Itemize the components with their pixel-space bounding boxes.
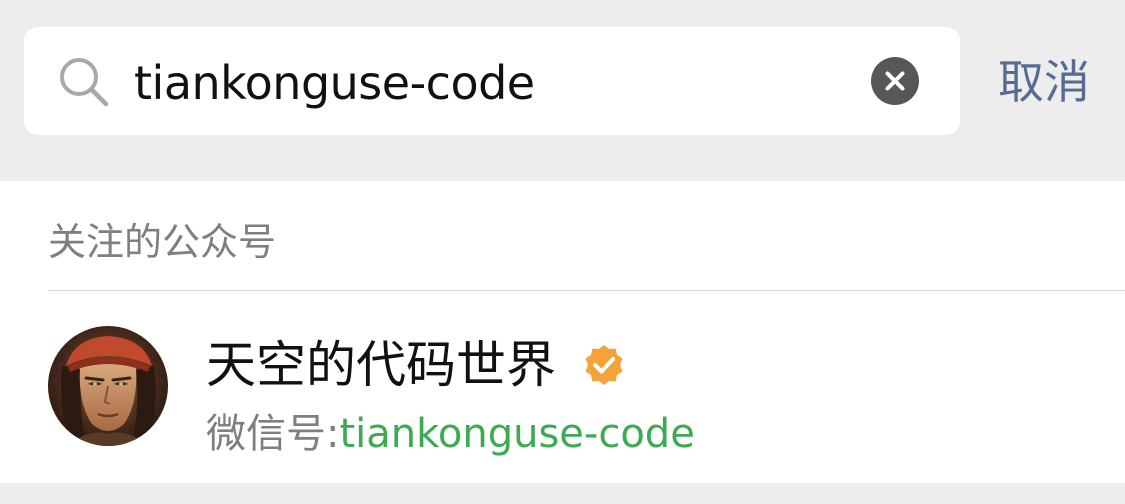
account-name: 天空的代码世界 [206,336,556,394]
search-results: 关注的公众号 天空的代码世界 微信号:tiankonguse-code [0,181,1125,483]
clear-icon [885,71,905,91]
search-header: 取消 [0,0,1125,180]
cancel-button[interactable]: 取消 [998,52,1090,112]
search-icon [58,56,110,108]
search-page: 取消 关注的公众号 [0,0,1125,504]
verified-badge-icon [582,343,626,387]
account-id: 微信号:tiankonguse-code [206,407,695,461]
section-title: 关注的公众号 [48,220,277,264]
account-id-label: 微信号: [206,411,340,457]
clear-search-button[interactable] [871,57,919,105]
search-box[interactable] [24,27,960,135]
avatar [48,326,168,446]
search-input[interactable] [134,50,854,116]
account-id-value: tiankonguse-code [339,411,695,457]
list-item[interactable]: 天空的代码世界 微信号:tiankonguse-code [0,291,1125,483]
